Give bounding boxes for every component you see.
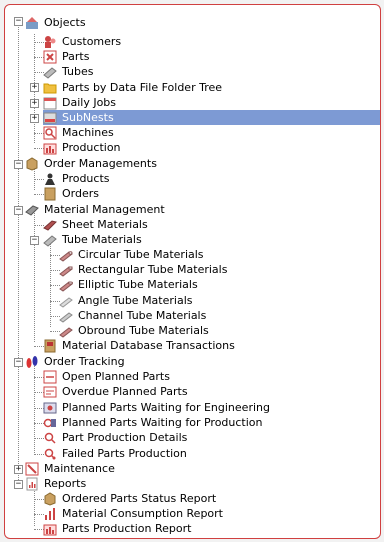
collapse-toggle[interactable]: − (14, 160, 23, 169)
expand-toggle[interactable]: + (30, 99, 39, 108)
tree-node-machines[interactable]: Machines (43, 125, 117, 140)
details-icon (43, 431, 57, 445)
failed-parts-icon (43, 447, 57, 461)
angle-tube-icon (59, 294, 73, 308)
tree-node-obround-tube[interactable]: Obround Tube Materials (59, 323, 212, 338)
overdue-planned-icon (43, 385, 57, 399)
tree-node-ordered-status-report[interactable]: Ordered Parts Status Report (43, 491, 219, 506)
rectangular-tube-icon (59, 263, 73, 277)
database-icon (43, 339, 57, 353)
tree-node-maintenance[interactable]: Maintenance (25, 461, 118, 476)
maintenance-icon (25, 462, 39, 476)
tree-line (34, 211, 35, 342)
tree-node-reports[interactable]: Reports (25, 476, 89, 491)
customers-icon (43, 35, 57, 49)
tree-node-elliptic-tube[interactable]: Elliptic Tube Materials (59, 277, 201, 292)
tree-node-overdue-planned[interactable]: Overdue Planned Parts (43, 384, 191, 399)
objects-icon (25, 16, 39, 30)
engineering-icon (43, 401, 57, 415)
tree-node-open-planned[interactable]: Open Planned Parts (43, 369, 173, 384)
production-wait-icon (43, 416, 57, 430)
open-planned-icon (43, 370, 57, 384)
orders-icon (43, 187, 57, 201)
ordered-status-icon (43, 491, 57, 506)
tree-node-objects[interactable]: Objects (25, 15, 89, 30)
tree-node-parts-by-folder[interactable]: Parts by Data File Folder Tree (43, 80, 225, 95)
sheet-materials-icon (43, 218, 57, 232)
tree-node-sheet-materials[interactable]: Sheet Materials (43, 217, 151, 232)
tree-node-failed-parts[interactable]: Failed Parts Production (43, 446, 190, 461)
tree-node-waiting-engineering[interactable]: Planned Parts Waiting for Engineering (43, 400, 273, 415)
folder-icon (43, 81, 57, 95)
obround-tube-icon (59, 324, 73, 338)
order-managements-icon (25, 156, 39, 171)
tree-node-material-db-transactions[interactable]: Material Database Transactions (43, 338, 238, 353)
material-management-icon (25, 203, 39, 217)
navigation-tree: − Objects Customers Parts Tubes + Parts … (5, 5, 380, 538)
bar-chart-icon (43, 507, 57, 521)
collapse-toggle[interactable]: − (14, 17, 23, 26)
tree-node-channel-tube[interactable]: Channel Tube Materials (59, 308, 209, 323)
parts-icon (43, 50, 57, 64)
tree-line (34, 485, 35, 526)
tree-panel: − Objects Customers Parts Tubes + Parts … (4, 4, 381, 539)
tree-node-circular-tube[interactable]: Circular Tube Materials (59, 247, 207, 262)
circular-tube-icon (59, 248, 73, 262)
tree-node-production[interactable]: Production (43, 140, 124, 155)
tree-node-orders[interactable]: Orders (43, 186, 102, 201)
tree-node-material-consumption-report[interactable]: Material Consumption Report (43, 506, 226, 521)
tree-node-order-managements[interactable]: Order Managements (25, 156, 160, 171)
order-tracking-icon (25, 355, 39, 369)
machines-icon (43, 126, 57, 140)
tree-node-tubes[interactable]: Tubes (43, 64, 97, 79)
tree-node-material-management[interactable]: Material Management (25, 202, 168, 217)
tree-node-waiting-production[interactable]: Planned Parts Waiting for Production (43, 415, 266, 430)
collapse-toggle[interactable]: − (30, 236, 39, 245)
collapse-toggle[interactable]: − (14, 358, 23, 367)
expand-toggle[interactable]: + (30, 114, 39, 123)
tree-node-subnests[interactable]: SubNests (43, 110, 380, 125)
tree-node-angle-tube[interactable]: Angle Tube Materials (59, 293, 196, 308)
reports-icon (25, 477, 39, 491)
tree-node-order-tracking[interactable]: Order Tracking (25, 354, 128, 369)
expand-toggle[interactable]: + (14, 465, 23, 474)
production-icon (43, 141, 57, 155)
tree-node-daily-jobs[interactable]: Daily Jobs (43, 95, 119, 110)
subnests-icon (43, 111, 57, 125)
channel-tube-icon (59, 309, 73, 323)
tree-node-customers[interactable]: Customers (43, 34, 124, 49)
tubes-icon (43, 65, 57, 79)
expand-toggle[interactable]: + (30, 83, 39, 92)
elliptic-tube-icon (59, 278, 73, 292)
collapse-toggle[interactable]: − (14, 480, 23, 489)
tree-node-rectangular-tube[interactable]: Rectangular Tube Materials (59, 262, 230, 277)
collapse-toggle[interactable]: − (14, 206, 23, 215)
products-icon (43, 172, 57, 186)
tree-node-part-production-details[interactable]: Part Production Details (43, 430, 190, 445)
tube-materials-icon (43, 233, 57, 247)
tree-line (18, 27, 19, 484)
tree-node-parts-production-report[interactable]: Parts Production Report (43, 521, 194, 536)
tree-node-parts[interactable]: Parts (43, 49, 92, 64)
tree-node-tube-materials[interactable]: Tube Materials (43, 232, 145, 247)
production-report-icon (43, 522, 57, 536)
daily-jobs-icon (43, 96, 57, 110)
tree-node-products[interactable]: Products (43, 171, 113, 186)
